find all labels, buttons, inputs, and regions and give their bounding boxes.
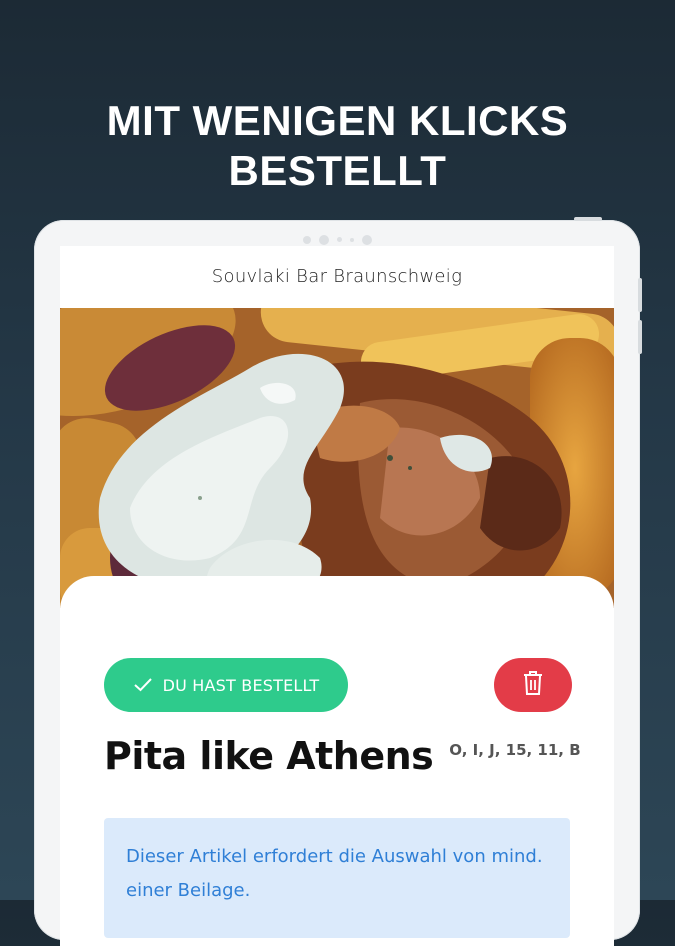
item-photo [60,308,614,608]
promo-headline-line2: BESTELLT [228,147,447,194]
ordered-status-label: DU HAST BESTELLT [162,675,320,695]
promo-headline-line1: MIT WENIGEN KLICKS [106,97,569,144]
tablet-volume-up [638,278,642,312]
delete-item-button[interactable] [494,658,572,712]
item-title-row: Pita like Athens O, I, J, 15, 11, B [104,734,581,778]
store-name: Souvlaki Bar Braunschweig [211,266,463,287]
tablet-power-button [574,217,602,221]
ordered-status-badge[interactable]: DU HAST BESTELLT [104,658,348,712]
checkmark-icon [133,677,153,693]
item-detail-card: DU HAST BESTELLT Pita like Athens O, I, … [60,576,614,946]
tablet-volume-down [638,320,642,354]
side-dish-notice: Dieser Artikel erfordert die Auswahl von… [104,818,570,938]
allergen-codes: O, I, J, 15, 11, B [449,741,581,759]
promo-headline: MIT WENIGEN KLICKS BESTELLT [0,96,675,196]
trash-icon [522,670,544,700]
tablet-frame: Souvlaki Bar Braunschweig DU HAST BESTEL… [34,217,642,946]
tablet-camera [34,229,640,245]
item-title: Pita like Athens [104,734,434,778]
app-screen: Souvlaki Bar Braunschweig DU HAST BESTEL… [60,246,614,946]
